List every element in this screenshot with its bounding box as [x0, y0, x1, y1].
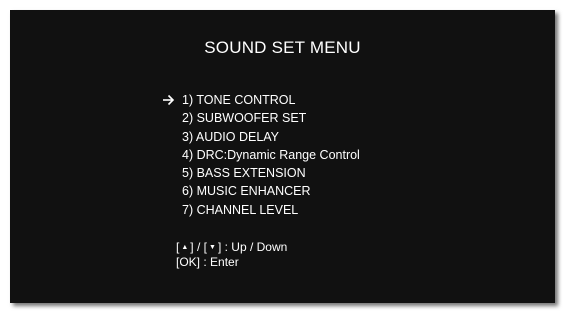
menu-item-tone-control[interactable]: 1) TONE CONTROL [162, 91, 360, 109]
menu-item-label: 2) SUBWOOFER SET [182, 111, 307, 126]
menu-item-label: 3) AUDIO DELAY [182, 129, 280, 144]
menu-item-subwoofer-set[interactable]: 2) SUBWOOFER SET [162, 109, 360, 127]
menu-item-drc[interactable]: 4) DRC:Dynamic Range Control [162, 146, 360, 164]
menu-item-label: 5) BASS EXTENSION [182, 166, 306, 181]
down-key-hint: [▼] [203, 240, 222, 254]
nav-help-text: : Up / Down [224, 240, 288, 254]
ok-key-hint: [OK] [176, 255, 201, 269]
arrow-right-icon [162, 91, 176, 109]
menu-item-channel-level[interactable]: 7) CHANNEL LEVEL [162, 201, 360, 219]
down-triangle-icon: ▼ [209, 244, 216, 251]
menu-title: SOUND SET MENU [204, 38, 361, 57]
ok-help-text: : Enter [200, 255, 239, 269]
up-triangle-icon: ▲ [181, 244, 189, 251]
nav-help-line: [▲] / [▼] : Up / Down [176, 240, 287, 255]
up-key-hint: [▲] [176, 240, 194, 254]
menu-item-label: 1) TONE CONTROL [182, 93, 296, 107]
sound-set-menu-screen: SOUND SET MENU 1) TONE CONTROL 2) SUBWOO… [10, 10, 555, 303]
ok-help-line: [OK] : Enter [176, 255, 287, 270]
menu-item-bass-extension[interactable]: 5) BASS EXTENSION [162, 164, 360, 182]
menu-item-audio-delay[interactable]: 3) AUDIO DELAY [162, 128, 360, 146]
sound-menu-list: 1) TONE CONTROL 2) SUBWOOFER SET 3) AUDI… [162, 91, 360, 219]
slash-separator: / [196, 240, 201, 254]
menu-item-label: 7) CHANNEL LEVEL [182, 202, 299, 217]
menu-item-label: 6) MUSIC ENHANCER [182, 184, 311, 199]
menu-item-label: 4) DRC:Dynamic Range Control [182, 147, 360, 162]
menu-item-music-enhancer[interactable]: 6) MUSIC ENHANCER [162, 182, 360, 200]
key-help: [▲] / [▼] : Up / Down [OK] : Enter [176, 240, 287, 270]
